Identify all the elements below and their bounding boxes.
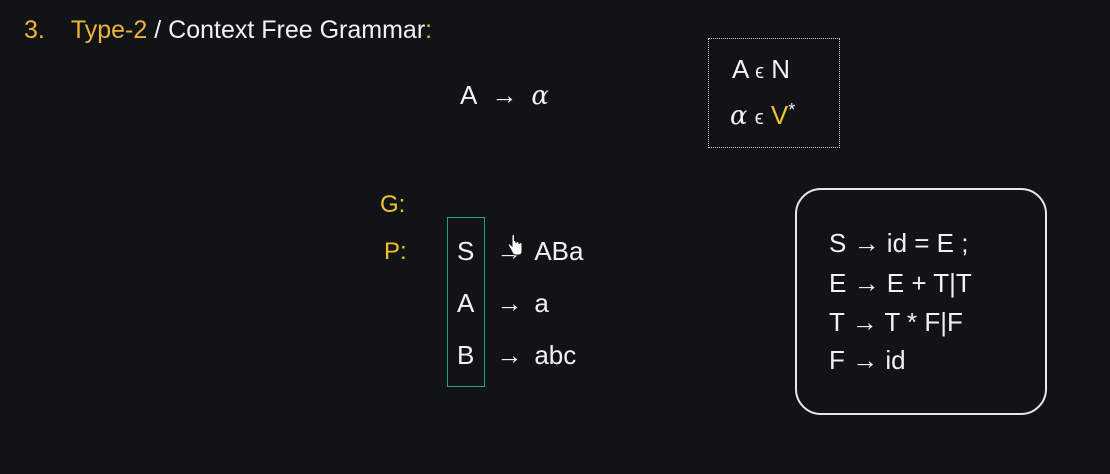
heading-colon: : <box>425 16 433 44</box>
heading-number: 3. <box>24 16 45 44</box>
heading-title: / Context Free Grammar <box>147 16 426 44</box>
production-lhs: A <box>457 288 475 318</box>
page-heading: 3. Type-2 / Context Free Grammar: <box>24 16 432 45</box>
main-rule: A → α <box>460 80 549 111</box>
main-rule-rhs: α <box>531 81 549 111</box>
example-grammar-line: T → T * F|F <box>829 307 963 337</box>
production-rhs: ABa <box>534 236 584 266</box>
heading-type-label: Type-2 <box>70 16 148 44</box>
production-lhs: S <box>457 236 475 266</box>
production-lhs: B <box>457 340 475 370</box>
main-rule-arrow: → <box>491 80 518 110</box>
hand-cursor-icon <box>507 234 523 256</box>
example-grammar-line: E → E + T|T <box>829 268 972 298</box>
production-rhs: abc <box>534 340 577 370</box>
production-row: A → a <box>457 288 549 319</box>
production-arrow: → <box>496 288 523 318</box>
grammar-g-label: G: <box>380 191 406 218</box>
main-rule-lhs: A <box>460 80 478 110</box>
def1-element-of: ϵ <box>755 61 764 83</box>
grammar-p-label: P: <box>384 238 407 265</box>
def1-symbol: A <box>732 54 748 84</box>
def2-set: V <box>770 100 789 130</box>
definition-line-1: A ϵ N <box>732 54 790 85</box>
def2-element-of: ϵ <box>754 107 764 129</box>
example-grammar-line: S → id = E ; <box>829 228 969 258</box>
example-grammar-line: F → id <box>829 345 906 375</box>
example-grammar-box <box>795 188 1047 415</box>
def2-star: * <box>788 100 796 120</box>
definition-line-2: α ϵ V* <box>730 100 795 131</box>
production-rhs: a <box>534 288 549 318</box>
def1-set: N <box>771 54 791 84</box>
production-row: B → abc <box>457 340 576 371</box>
production-arrow: → <box>496 340 523 370</box>
def2-symbol: α <box>730 101 748 131</box>
